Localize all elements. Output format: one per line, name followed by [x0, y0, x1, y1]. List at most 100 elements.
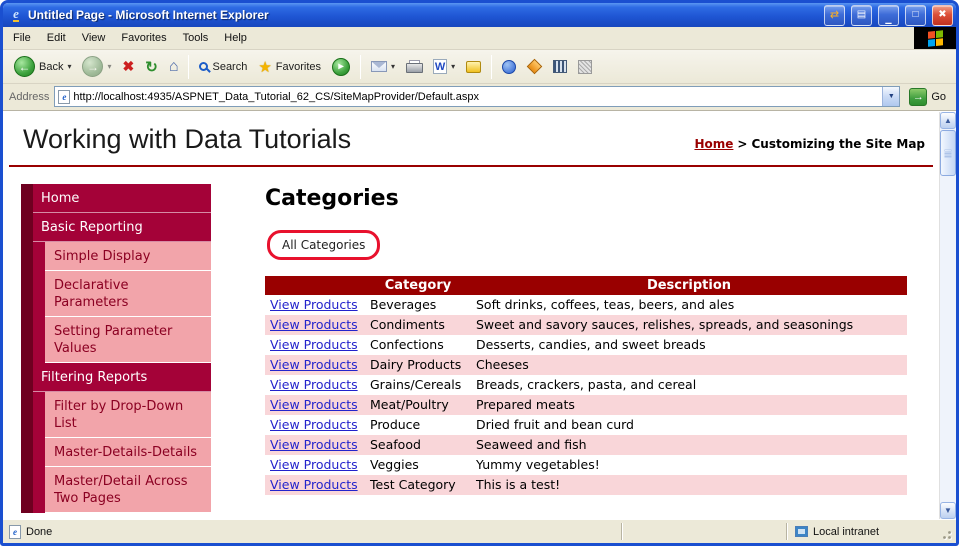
view-products-link[interactable]: View Products [270, 317, 358, 332]
table-row: View Products Confections Desserts, cand… [265, 335, 907, 355]
description-cell: Sweet and savory sauces, relishes, sprea… [476, 317, 854, 332]
toolbar-separator [360, 54, 362, 79]
view-products-link[interactable]: View Products [270, 397, 358, 412]
content-area: Working with Data Tutorials Home > Customi… [3, 111, 956, 519]
stop-button[interactable]: ✖ [118, 56, 140, 77]
maximize-button[interactable]: □ [905, 4, 926, 26]
description-cell: Dried fruit and bean curd [476, 417, 634, 432]
search-button[interactable]: Search [194, 59, 252, 75]
sidebar-item-master-detail-two-pages[interactable]: Master/Detail Across Two Pages [45, 467, 211, 513]
capture-grid-button[interactable] [573, 58, 597, 76]
sidebar-item-filter-by-dropdown-list[interactable]: Filter by Drop-Down List [45, 392, 211, 438]
address-input[interactable]: e ▼ [54, 86, 901, 107]
print-button[interactable] [401, 58, 427, 75]
categories-heading: Categories [265, 186, 399, 211]
view-products-link[interactable]: View Products [270, 337, 358, 352]
discuss-button[interactable] [461, 59, 486, 75]
forward-button[interactable]: → ▾ [77, 54, 116, 79]
menu-tools[interactable]: Tools [175, 27, 217, 49]
address-url-field[interactable] [73, 90, 880, 103]
close-button[interactable]: ✖ [932, 4, 953, 26]
sidebar-item-simple-display[interactable]: Simple Display [45, 242, 211, 271]
status-zone-pane: Local intranet [789, 523, 937, 540]
media-button[interactable]: ▸ [327, 56, 355, 78]
scroll-up-button[interactable]: ▲ [940, 112, 956, 129]
sidebar-item-setting-parameter-values[interactable]: Setting Parameter Values [45, 317, 211, 363]
scrollbar-track[interactable] [940, 129, 956, 502]
menu-edit[interactable]: Edit [39, 27, 74, 49]
snagit-button[interactable] [522, 58, 547, 75]
category-cell: Grains/Cereals [370, 377, 462, 392]
windows-logo [914, 27, 956, 49]
category-cell: Veggies [370, 457, 419, 472]
menu-view[interactable]: View [74, 27, 114, 49]
description-cell: Desserts, candies, and sweet breads [476, 337, 706, 352]
address-dropdown-button[interactable]: ▼ [882, 87, 900, 106]
all-categories-link[interactable]: All Categories [282, 238, 365, 252]
search-label: Search [212, 60, 248, 73]
sidebar-item-basic-reporting[interactable]: Basic Reporting [33, 213, 211, 242]
sidebar-item-home[interactable]: Home [33, 184, 211, 213]
favorites-button[interactable]: ★ Favorites [253, 56, 326, 78]
research-icon [553, 60, 568, 73]
sidebar-nav: Home Basic Reporting Simple Display Decl… [21, 184, 211, 513]
table-row: View Products Meat/Poultry Prepared meat… [265, 395, 907, 415]
forward-dropdown-icon: ▾ [107, 62, 112, 71]
messenger-button[interactable] [497, 58, 521, 76]
view-products-link[interactable]: View Products [270, 357, 358, 372]
main-content: Categories All Categories Category Descr… [265, 184, 939, 495]
view-products-link[interactable]: View Products [270, 417, 358, 432]
mail-button[interactable]: ▾ [366, 59, 400, 74]
resize-grip[interactable] [939, 526, 953, 541]
vertical-scrollbar[interactable]: ▲ ▼ [939, 112, 956, 519]
ie-page-icon: e [58, 89, 71, 104]
breadcrumb-current: Customizing the Site Map [751, 136, 925, 151]
category-cell: Condiments [370, 317, 445, 332]
window-title: Untitled Page - Microsoft Internet Explo… [28, 8, 269, 22]
category-cell: Produce [370, 417, 421, 432]
minimize-button[interactable]: ▁ [878, 4, 899, 26]
description-cell: Seaweed and fish [476, 437, 587, 452]
description-cell: Yummy vegetables! [476, 457, 600, 472]
mail-dropdown-icon: ▾ [391, 62, 396, 71]
sidebar-item-master-details-details[interactable]: Master-Details-Details [45, 438, 211, 467]
all-categories-annotation: All Categories [267, 230, 381, 260]
sidebar-item-declarative-parameters[interactable]: Declarative Parameters [45, 271, 211, 317]
capture-panel-button[interactable]: ▤ [851, 4, 872, 26]
research-button[interactable] [548, 58, 572, 75]
table-row: View Products Seafood Seaweed and fish [265, 435, 907, 455]
description-cell: Soft drinks, coffees, teas, beers, and a… [476, 297, 735, 312]
header-description: Description [471, 276, 907, 295]
menu-file[interactable]: File [5, 27, 39, 49]
back-button[interactable]: ← Back ▾ [9, 54, 76, 79]
zone-text: Local intranet [813, 525, 880, 538]
back-dropdown-icon: ▾ [67, 62, 72, 71]
edit-with-word-button[interactable]: W ▾ [428, 57, 460, 76]
go-button[interactable]: → Go [905, 87, 950, 106]
view-products-link[interactable]: View Products [270, 457, 358, 472]
titlebar: e Untitled Page - Microsoft Internet Exp… [3, 3, 956, 27]
view-products-link[interactable]: View Products [270, 477, 358, 492]
table-row: View Products Grains/Cereals Breads, cra… [265, 375, 907, 395]
sidebar-item-filtering-reports[interactable]: Filtering Reports [33, 363, 211, 392]
capture-swap-button[interactable]: ⇄ [824, 4, 845, 26]
scroll-down-button[interactable]: ▼ [940, 502, 956, 519]
home-button[interactable]: ⌂ [164, 56, 184, 78]
windows-flag-icon [927, 29, 943, 47]
breadcrumb-home-link[interactable]: Home [694, 137, 733, 151]
view-products-link[interactable]: View Products [270, 297, 358, 312]
go-icon: → [909, 87, 928, 106]
snagit-icon [526, 58, 543, 75]
category-cell: Test Category [370, 477, 456, 492]
view-products-link[interactable]: View Products [270, 437, 358, 452]
status-middle-pane [624, 523, 784, 540]
status-left-pane: e Done [9, 524, 619, 539]
messenger-icon [502, 59, 517, 74]
menu-help[interactable]: Help [216, 27, 255, 49]
view-products-link[interactable]: View Products [270, 377, 358, 392]
media-icon: ▸ [332, 57, 351, 76]
refresh-button[interactable]: ↻ [140, 56, 163, 78]
menu-favorites[interactable]: Favorites [113, 27, 174, 49]
toolbar-separator [491, 54, 493, 79]
scrollbar-thumb[interactable] [940, 130, 956, 176]
